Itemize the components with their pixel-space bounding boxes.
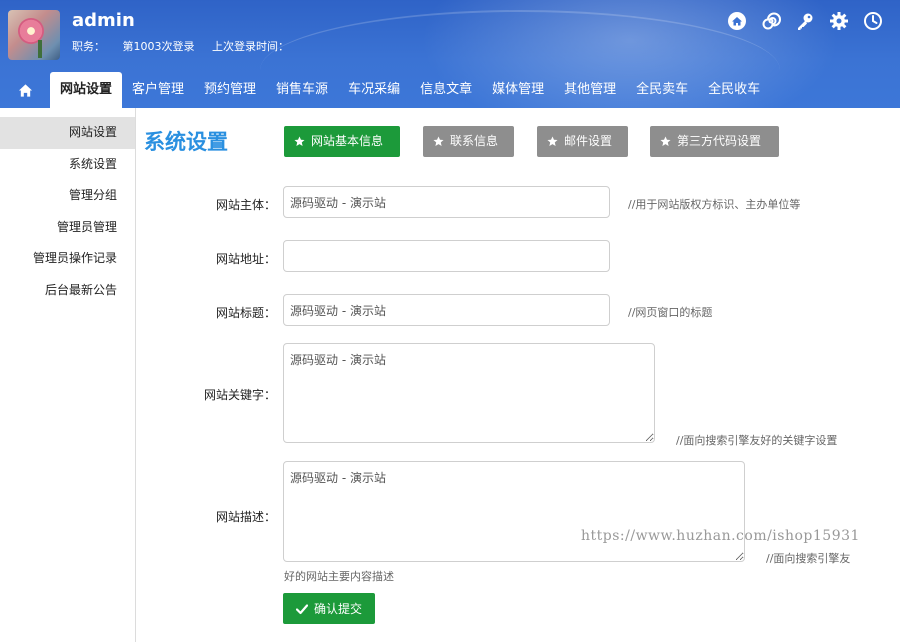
site-owner-label: 网站主体： bbox=[215, 198, 276, 212]
site-owner-hint: //用于网站版权方标识、主办单位等 bbox=[628, 198, 801, 211]
nav-tab-car-sales[interactable]: 销售车源 bbox=[266, 72, 338, 108]
submit-button-label: 确认提交 bbox=[313, 602, 362, 616]
username: admin bbox=[72, 10, 135, 31]
header-toolbar bbox=[726, 10, 884, 32]
home-icon bbox=[18, 83, 32, 97]
sidebar-item-admin-logs[interactable]: 管理员操作记录 bbox=[0, 243, 135, 275]
tab-third-party-code-label: 第三方代码设置 bbox=[677, 134, 762, 148]
check-icon bbox=[295, 603, 308, 614]
nav-home[interactable] bbox=[0, 72, 50, 108]
nav-tab-other[interactable]: 其他管理 bbox=[554, 72, 626, 108]
description-hint-a: //面向搜索引擎友 bbox=[766, 552, 851, 565]
nav-tab-site-settings[interactable]: 网站设置 bbox=[50, 72, 123, 108]
tab-basic-info-label: 网站基本信息 bbox=[311, 134, 384, 148]
avatar[interactable] bbox=[8, 10, 60, 60]
tab-mail-settings-label: 邮件设置 bbox=[564, 134, 613, 148]
sidebar-item-admin-users[interactable]: 管理员管理 bbox=[0, 212, 135, 244]
tab-contact-info-label: 联系信息 bbox=[450, 134, 499, 148]
spiral-icon[interactable] bbox=[760, 10, 782, 32]
nav-tab-sell-car[interactable]: 全民卖车 bbox=[626, 72, 698, 108]
clock-icon[interactable] bbox=[862, 10, 884, 32]
star-icon bbox=[547, 136, 558, 146]
description-label: 网站描述： bbox=[215, 510, 276, 524]
sidebar: 网站设置 系统设置 管理分组 管理员管理 管理员操作记录 后台最新公告 bbox=[0, 108, 136, 642]
login-count: 第1003次登录 bbox=[122, 40, 195, 53]
nav-tab-media[interactable]: 媒体管理 bbox=[482, 72, 554, 108]
last-login-label: 上次登录时间： bbox=[212, 40, 289, 53]
site-title-input[interactable] bbox=[283, 294, 610, 326]
tab-third-party-code[interactable]: 第三方代码设置 bbox=[650, 126, 779, 157]
page-title: 系统设置 bbox=[144, 130, 228, 154]
nav-tab-customers[interactable]: 客户管理 bbox=[122, 72, 194, 108]
sidebar-item-site-settings[interactable]: 网站设置 bbox=[0, 117, 135, 149]
user-meta: 职务： 第1003次登录 上次登录时间： bbox=[72, 38, 303, 54]
keywords-textarea[interactable]: 源码驱动 - 演示站 bbox=[283, 343, 655, 443]
sidebar-item-admin-groups[interactable]: 管理分组 bbox=[0, 180, 135, 212]
site-url-input[interactable] bbox=[283, 240, 610, 272]
site-owner-input[interactable] bbox=[283, 186, 610, 218]
submit-button[interactable]: 确认提交 bbox=[283, 593, 375, 624]
description-hint-b: 好的网站主要内容描述 bbox=[284, 570, 394, 583]
star-icon bbox=[660, 136, 671, 146]
gear-icon[interactable] bbox=[828, 10, 850, 32]
keywords-label: 网站关键字： bbox=[203, 388, 276, 402]
nav-tab-appointments[interactable]: 预约管理 bbox=[194, 72, 266, 108]
site-url-label: 网站地址： bbox=[215, 252, 276, 266]
nav-tab-buy-car[interactable]: 全民收车 bbox=[698, 72, 770, 108]
description-textarea[interactable]: 源码驱动 - 演示站 bbox=[283, 461, 745, 562]
star-icon bbox=[433, 136, 444, 146]
sidebar-item-announcements[interactable]: 后台最新公告 bbox=[0, 275, 135, 307]
key-icon[interactable] bbox=[794, 10, 816, 32]
role-label: 职务： bbox=[72, 40, 105, 53]
main-nav: 网站设置 客户管理 预约管理 销售车源 车况采编 信息文章 媒体管理 其他管理 … bbox=[0, 72, 770, 108]
tab-contact-info[interactable]: 联系信息 bbox=[423, 126, 514, 157]
keywords-hint: //面向搜索引擎友好的关键字设置 bbox=[676, 434, 838, 447]
home-icon[interactable] bbox=[726, 10, 748, 32]
site-title-label: 网站标题： bbox=[215, 306, 276, 320]
star-icon bbox=[294, 136, 305, 146]
nav-tab-articles[interactable]: 信息文章 bbox=[410, 72, 482, 108]
tab-basic-info[interactable]: 网站基本信息 bbox=[284, 126, 400, 157]
sidebar-item-system-settings[interactable]: 系统设置 bbox=[0, 149, 135, 181]
site-title-hint: //网页窗口的标题 bbox=[628, 306, 713, 319]
avatar-stem bbox=[38, 40, 42, 58]
tab-mail-settings[interactable]: 邮件设置 bbox=[537, 126, 628, 157]
watermark: https://www.huzhan.com/ishop15931 bbox=[581, 528, 860, 544]
nav-tab-car-inspection[interactable]: 车况采编 bbox=[338, 72, 410, 108]
